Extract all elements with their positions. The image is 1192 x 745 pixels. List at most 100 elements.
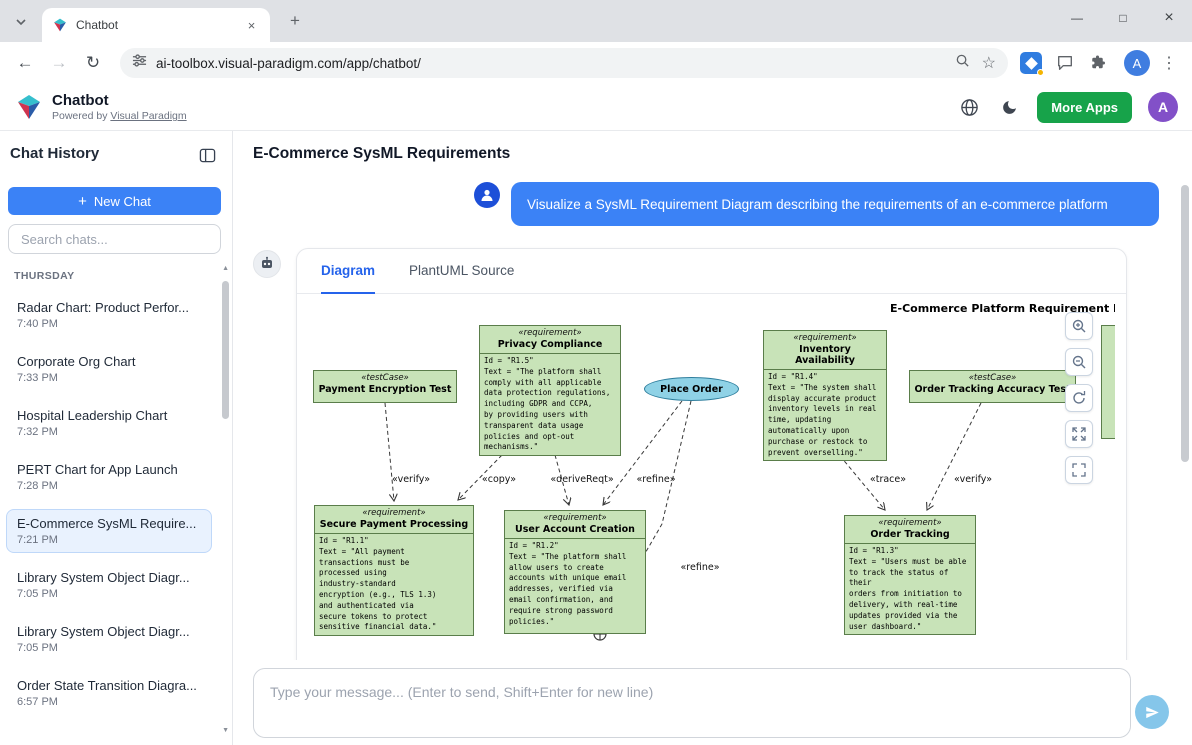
window-close-button[interactable]: × xyxy=(1146,0,1192,36)
node-body: Id = "R1.3" Text = "Users must be able t… xyxy=(845,544,975,634)
chat-item-title: Radar Chart: Product Perfor... xyxy=(17,300,201,315)
requirement-user-account-creation: «requirement» User Account Creation Id =… xyxy=(504,510,646,634)
visual-paradigm-link[interactable]: Visual Paradigm xyxy=(110,110,186,122)
chat-item-time: 6:57 PM xyxy=(17,696,201,708)
chat-item-title: E-Commerce SysML Require... xyxy=(17,516,201,531)
bot-response-card: Diagram PlantUML Source E-Commerce Platf… xyxy=(296,248,1127,660)
tab-title: Chatbot xyxy=(76,18,243,32)
chat-scrollbar-thumb[interactable] xyxy=(1181,185,1189,462)
chat-item-time: 7:21 PM xyxy=(17,534,201,546)
fullscreen-icon[interactable] xyxy=(1065,456,1093,484)
node-name: User Account Creation xyxy=(509,524,641,535)
node-name: Order Tracking xyxy=(849,529,971,540)
tab-plantuml-source[interactable]: PlantUML Source xyxy=(409,249,514,294)
zoom-in-icon[interactable] xyxy=(1065,312,1093,340)
language-globe-icon[interactable] xyxy=(957,95,981,119)
chat-item-time: 7:05 PM xyxy=(17,642,201,654)
collapse-sidebar-icon[interactable] xyxy=(197,145,217,165)
visual-paradigm-extension-icon[interactable] xyxy=(1016,48,1046,78)
user-message-bubble: Visualize a SysML Requirement Diagram de… xyxy=(511,182,1159,226)
node-stereotype: «requirement» xyxy=(509,513,641,523)
new-chat-button[interactable]: + New Chat xyxy=(8,187,221,215)
edge-label-verify-2: «verify» xyxy=(954,474,992,485)
zoom-indicator-icon[interactable] xyxy=(955,53,970,73)
node-body: Id = "R1.5" Text = "The platform shall c… xyxy=(480,354,620,455)
requirement-privacy-compliance: «requirement» Privacy Compliance Id = "R… xyxy=(479,325,621,456)
main-content: E-Commerce SysML Requirements Visualize … xyxy=(233,131,1192,745)
chat-extension-icon[interactable] xyxy=(1050,48,1080,78)
send-plane-icon xyxy=(1145,705,1160,720)
chat-history-item[interactable]: Hospital Leadership Chart 7:32 PM xyxy=(6,401,212,445)
dark-mode-moon-icon[interactable] xyxy=(997,95,1021,119)
node-body: Id = "R1.1" Text = "All payment transact… xyxy=(315,534,473,635)
message-input-bar xyxy=(233,660,1192,745)
url-text[interactable]: ai-toolbox.visual-paradigm.com/app/chatb… xyxy=(156,56,955,71)
testcase-payment-encryption-test: «testCase» Payment Encryption Test xyxy=(313,370,457,403)
browser-profile-avatar[interactable]: A xyxy=(1124,50,1150,76)
bookmark-star-icon[interactable]: ☆ xyxy=(982,53,996,73)
usecase-place-order: Place Order xyxy=(644,377,739,401)
browser-tab[interactable]: Chatbot × xyxy=(42,8,270,42)
chat-history-sidebar: Chat History + New Chat THURSDAY Radar C… xyxy=(0,131,233,745)
tab-search-chevron-icon[interactable] xyxy=(10,13,32,31)
reset-zoom-icon[interactable] xyxy=(1065,384,1093,412)
chat-history-item[interactable]: PERT Chart for App Launch 7:28 PM xyxy=(6,455,212,499)
site-settings-icon[interactable] xyxy=(132,53,147,73)
node-body: Id = "R1.4" Text = "The system shall dis… xyxy=(764,370,886,460)
message-input[interactable] xyxy=(254,669,1130,737)
chat-history-item[interactable]: Corporate Org Chart 7:33 PM xyxy=(6,347,212,391)
requirement-clipped-right xyxy=(1101,325,1115,439)
chat-item-title: Library System Object Diagr... xyxy=(17,624,201,639)
sidebar-scroll-up-icon[interactable]: ▲ xyxy=(222,265,229,272)
chat-item-title: Library System Object Diagr... xyxy=(17,570,201,585)
node-name: Payment Encryption Test xyxy=(318,384,452,395)
chat-history-item[interactable]: Library System Object Diagr... 7:05 PM xyxy=(6,563,212,607)
new-tab-button[interactable]: + xyxy=(284,10,306,32)
tab-favicon-icon xyxy=(52,17,68,33)
extensions-puzzle-icon[interactable] xyxy=(1084,48,1114,78)
node-name: Inventory Availability xyxy=(768,344,882,366)
sidebar-scroll-down-icon[interactable]: ▼ xyxy=(222,727,229,734)
window-minimize-button[interactable]: — xyxy=(1054,0,1100,36)
window-controls: — □ × xyxy=(1054,0,1192,36)
tab-close-icon[interactable]: × xyxy=(243,17,260,34)
reload-icon[interactable]: ↻ xyxy=(78,48,108,78)
requirement-inventory-availability: «requirement» Inventory Availability Id … xyxy=(763,330,887,461)
bot-avatar xyxy=(253,250,281,278)
tab-diagram[interactable]: Diagram xyxy=(321,249,375,294)
powered-by-label: Powered by xyxy=(52,110,107,122)
window-maximize-button[interactable]: □ xyxy=(1100,0,1146,36)
app-title: Chatbot xyxy=(52,92,187,109)
node-body: Id = "R1.2" Text = "The platform shall a… xyxy=(505,539,645,629)
chat-item-time: 7:33 PM xyxy=(17,372,201,384)
chat-item-time: 7:05 PM xyxy=(17,588,201,600)
testcase-order-tracking-accuracy-test: «testCase» Order Tracking Accuracy Test xyxy=(909,370,1076,403)
plus-icon: + xyxy=(78,193,87,210)
chat-history-item[interactable]: Radar Chart: Product Perfor... 7:40 PM xyxy=(6,293,212,337)
more-apps-button[interactable]: More Apps xyxy=(1037,92,1132,123)
chat-item-time: 7:32 PM xyxy=(17,426,201,438)
fit-to-screen-icon[interactable] xyxy=(1065,420,1093,448)
search-chats-input[interactable] xyxy=(8,224,221,254)
edge-label-derivereqt: «deriveReqt» xyxy=(550,474,613,485)
edge-label-trace: «trace» xyxy=(870,474,906,485)
node-stereotype: «requirement» xyxy=(319,508,469,518)
chat-item-title: PERT Chart for App Launch xyxy=(17,462,201,477)
edge-label-copy: «copy» xyxy=(482,474,516,485)
browser-menu-icon[interactable]: ⋮ xyxy=(1156,50,1182,76)
sysml-requirement-diagram: E-Commerce Platform Requirement Diagram xyxy=(297,294,1115,660)
node-name: Privacy Compliance xyxy=(484,339,616,350)
forward-icon[interactable]: → xyxy=(44,48,74,78)
chat-history-item[interactable]: Library System Object Diagr... 7:05 PM xyxy=(6,617,212,661)
chat-item-time: 7:40 PM xyxy=(17,318,201,330)
send-button[interactable] xyxy=(1135,695,1169,729)
zoom-out-icon[interactable] xyxy=(1065,348,1093,376)
back-icon[interactable]: ← xyxy=(10,48,40,78)
account-avatar[interactable]: A xyxy=(1148,92,1178,122)
chat-history-item-selected[interactable]: E-Commerce SysML Require... 7:21 PM xyxy=(6,509,212,553)
url-bar[interactable]: ai-toolbox.visual-paradigm.com/app/chatb… xyxy=(120,48,1008,78)
sidebar-scrollbar-thumb[interactable] xyxy=(222,281,229,419)
chat-history-item[interactable]: Order State Transition Diagra... 6:57 PM xyxy=(6,671,212,715)
message-input-box xyxy=(253,668,1131,738)
chat-item-title: Order State Transition Diagra... xyxy=(17,678,201,693)
